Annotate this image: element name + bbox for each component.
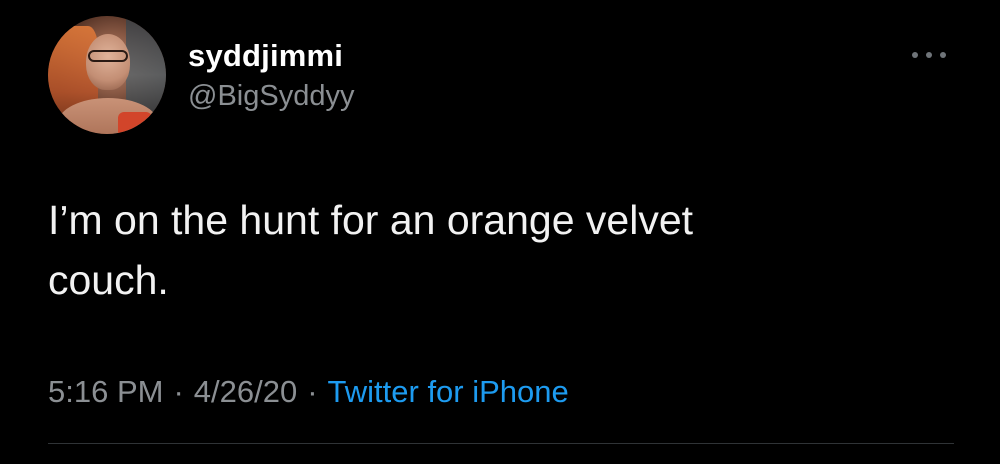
tweet-text: I’m on the hunt for an orange velvet cou…: [48, 190, 908, 310]
tweet-source-link[interactable]: Twitter for iPhone: [328, 374, 569, 409]
tweet-text-line: couch.: [48, 257, 169, 303]
avatar[interactable]: [48, 16, 166, 134]
tweet-meta: 5:16 PM · 4/26/20 · Twitter for iPhone: [48, 374, 569, 410]
meta-separator: ·: [173, 374, 184, 409]
more-dot: [940, 52, 946, 58]
avatar-face: [86, 34, 130, 90]
meta-separator: ·: [307, 374, 318, 409]
tweet-text-line: I’m on the hunt for an orange velvet: [48, 197, 694, 243]
more-horizontal-icon[interactable]: [912, 48, 946, 62]
display-name[interactable]: syddjimmi: [188, 38, 343, 74]
divider: [48, 443, 954, 444]
avatar-top: [118, 112, 152, 134]
tweet-card: syddjimmi @BigSyddyy I’m on the hunt for…: [0, 0, 1000, 464]
tweet-time[interactable]: 5:16 PM: [48, 374, 163, 409]
more-dot: [926, 52, 932, 58]
more-dot: [912, 52, 918, 58]
user-handle[interactable]: @BigSyddyy: [188, 80, 354, 113]
avatar-glasses: [88, 50, 128, 62]
tweet-date[interactable]: 4/26/20: [194, 374, 297, 409]
